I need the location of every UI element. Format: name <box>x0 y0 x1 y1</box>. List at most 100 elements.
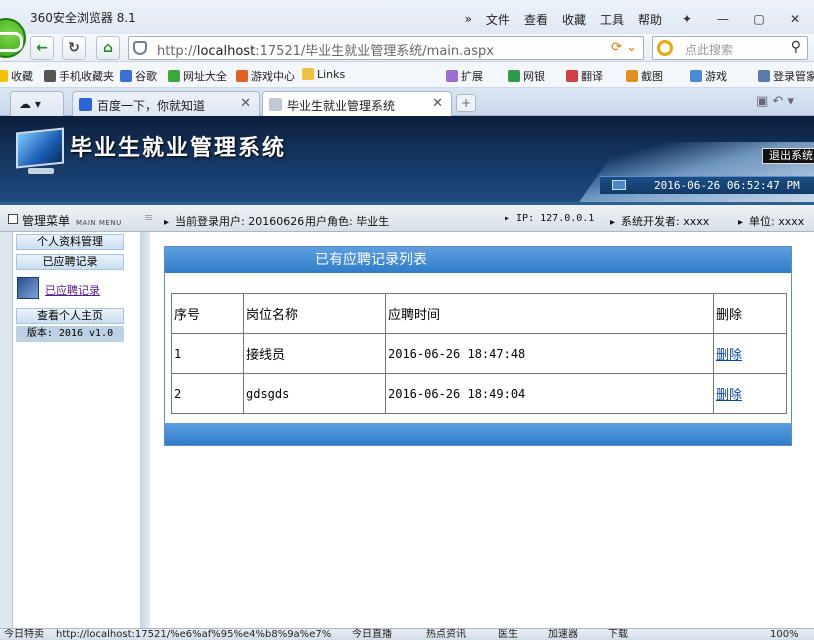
favorite-label: 谷歌 <box>135 70 157 83</box>
security-shield-icon[interactable] <box>133 41 147 55</box>
sidebar-item-profile[interactable]: 个人资料管理 <box>16 234 124 250</box>
maximize-button[interactable]: ▢ <box>748 10 770 28</box>
col-header-no: 序号 <box>171 293 244 334</box>
search-engine-icon[interactable] <box>657 40 673 56</box>
minimize-button[interactable]: — <box>712 10 734 28</box>
favorite-icon <box>302 68 314 80</box>
cell-time: 2016-06-26 18:47:48 <box>385 333 714 374</box>
status-download[interactable]: 下载 <box>608 629 628 640</box>
status-news[interactable]: 热点资讯 <box>426 629 466 640</box>
address-dropdown-icon[interactable]: ⟳ ⌄ <box>611 40 637 55</box>
favorite-item[interactable]: 手机收藏夹 <box>44 68 114 84</box>
logout-button[interactable]: 退出系统 <box>762 148 814 164</box>
search-box[interactable]: 点此搜索 ⚲ <box>652 36 808 60</box>
favorite-label: 截图 <box>641 70 663 83</box>
favorite-icon <box>508 70 520 82</box>
refresh-icon[interactable]: ↻ <box>62 36 86 60</box>
favorite-item[interactable]: 游戏中心 <box>236 68 295 84</box>
browser-navbar: ← ↻ ⌂ http://localhost:17521/毕业生就业管理系统/m… <box>0 34 814 62</box>
skin-icon[interactable]: ✦ <box>676 10 698 28</box>
tab-employment-system[interactable]: 毕业生就业管理系统 ✕ <box>262 91 452 116</box>
status-live[interactable]: 今日直播 <box>352 629 392 640</box>
sidebar-link-applications[interactable]: 已应聘记录 <box>45 282 100 298</box>
main-content: 已有应聘记录列表 序号 岗位名称 应聘时间 删除 1 接线员 2016-06-2… <box>150 232 814 628</box>
menu-view[interactable]: 查看 <box>524 11 548 28</box>
favorite-label: 扩展 <box>461 70 483 83</box>
col-header-time: 应聘时间 <box>385 293 714 334</box>
home-icon[interactable]: ⌂ <box>96 36 120 60</box>
datetime-bar: 2016-06-26 06:52:47 PM <box>600 176 814 194</box>
favorite-item[interactable]: 网银 <box>508 68 545 84</box>
cell-delete: 删除 <box>713 333 787 374</box>
version-label: 版本: 2016 v1.0 <box>16 326 124 342</box>
status-zoom[interactable]: 100% <box>770 629 799 640</box>
status-deals[interactable]: 今日特卖 <box>4 629 44 640</box>
menu-favorites[interactable]: 收藏 <box>562 11 586 28</box>
favorite-item[interactable]: Links <box>302 68 345 81</box>
menu-file[interactable]: 文件 <box>486 11 510 28</box>
cloud-icon[interactable]: ☁ ▾ <box>10 91 64 116</box>
menu-tools[interactable]: 工具 <box>600 11 624 28</box>
address-url[interactable]: http://localhost:17521/毕业生就业管理系统/main.as… <box>157 40 494 59</box>
favorite-icon <box>44 70 56 82</box>
tab-tools-icon[interactable]: ▣ ↶ ▾ <box>756 94 794 109</box>
favorite-label: Links <box>317 68 346 81</box>
search-icon[interactable]: ⚲ <box>791 39 801 55</box>
favorite-item[interactable]: 登录管家 <box>758 68 814 84</box>
close-window-button[interactable]: ✕ <box>784 10 806 28</box>
favorite-icon <box>120 70 132 82</box>
favorite-item[interactable]: 谷歌 <box>120 68 157 84</box>
favorite-icon <box>446 70 458 82</box>
favorite-icon <box>0 70 8 82</box>
sidebar-gutter <box>0 232 12 628</box>
table-row: 1 接线员 2016-06-26 18:47:48 删除 <box>171 333 787 374</box>
sidebar-divider[interactable] <box>140 232 150 628</box>
sidebar-item-applications[interactable]: 已应聘记录 <box>16 254 124 270</box>
favorite-icon <box>690 70 702 82</box>
panel-footer <box>165 423 791 445</box>
ip-address: IP: 127.0.0.1 <box>504 213 594 224</box>
delete-link[interactable]: 删除 <box>716 348 742 363</box>
menu-help[interactable]: 帮助 <box>638 11 662 28</box>
menu-heading: 管理菜单 MAIN MENU <box>22 214 122 228</box>
favorites-bar: 收藏 手机收藏夹 谷歌 网址大全 游戏中心 Links 扩展 网银 翻译 截图 游戏 登录管家 <box>0 62 814 88</box>
records-table: 序号 岗位名称 应聘时间 删除 1 接线员 2016-06-26 18:47:4… <box>171 293 787 414</box>
favorite-item[interactable]: 截图 <box>626 68 663 84</box>
current-user: 当前登录用户: 20160626 <box>164 213 304 229</box>
sidebar: 个人资料管理 已应聘记录 已应聘记录 查看个人主页 版本: 2016 v1.0 <box>12 232 140 628</box>
menu-expand-icon[interactable]: » <box>465 12 472 26</box>
address-bar[interactable]: http://localhost:17521/毕业生就业管理系统/main.as… <box>128 36 644 60</box>
menu-separator-icon: ≡ <box>144 211 154 224</box>
table-row: 2 gdsgds 2016-06-26 18:49:04 删除 <box>171 373 787 414</box>
favorite-item[interactable]: 网址大全 <box>168 68 227 84</box>
favorite-icon <box>236 70 248 82</box>
favorite-label: 登录管家 <box>773 70 814 83</box>
cell-no: 2 <box>171 373 244 414</box>
panel-title: 已有应聘记录列表 <box>165 247 791 273</box>
current-datetime: 2016-06-26 06:52:47 PM <box>654 179 800 192</box>
favorite-item[interactable]: 翻译 <box>566 68 603 84</box>
cell-position: 接线员 <box>243 333 386 374</box>
status-accelerator[interactable]: 加速器 <box>548 629 578 640</box>
favorite-item[interactable]: 收藏 <box>0 68 33 84</box>
favorite-label: 手机收藏夹 <box>59 70 114 83</box>
favorite-item[interactable]: 扩展 <box>446 68 483 84</box>
sidebar-item-homepage[interactable]: 查看个人主页 <box>16 308 124 324</box>
site-title: 毕业生就业管理系统 <box>70 135 287 161</box>
favorite-label: 翻译 <box>581 70 603 83</box>
new-tab-button[interactable]: + <box>456 94 476 112</box>
close-tab-icon[interactable]: ✕ <box>240 96 251 111</box>
status-url: http://localhost:17521/%e6%af%95%e4%b8%9… <box>56 629 332 640</box>
back-arrow-icon[interactable]: ← <box>30 36 54 60</box>
clock-monitor-icon <box>612 180 626 190</box>
table-header-row: 序号 岗位名称 应聘时间 删除 <box>171 293 787 334</box>
favorite-label: 收藏 <box>11 70 33 83</box>
close-tab-icon[interactable]: ✕ <box>432 96 443 111</box>
status-doctor[interactable]: 医生 <box>498 629 518 640</box>
favorite-item[interactable]: 游戏 <box>690 68 727 84</box>
page-icon <box>269 98 282 111</box>
delete-link[interactable]: 删除 <box>716 388 742 403</box>
favorite-icon <box>626 70 638 82</box>
col-header-position: 岗位名称 <box>243 293 386 334</box>
tab-baidu[interactable]: 百度一下，你就知道 ✕ <box>72 91 260 116</box>
